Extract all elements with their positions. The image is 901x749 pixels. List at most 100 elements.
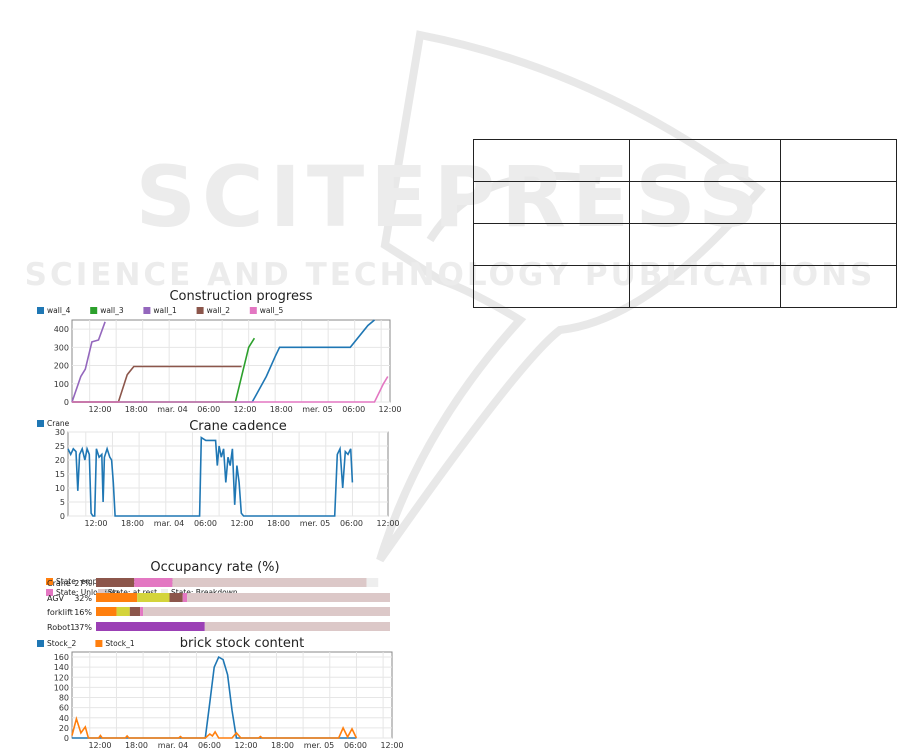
y-tick-label: 0 xyxy=(60,512,65,521)
plot-frame xyxy=(71,319,391,403)
x-tick-label: mar. 04 xyxy=(154,519,185,528)
x-tick-label: 06:00 xyxy=(198,741,221,749)
series-line-wall_4 xyxy=(72,319,376,403)
bar-segment xyxy=(116,607,130,616)
x-tick-label: 06:00 xyxy=(194,519,217,528)
x-tick-label: 12:00 xyxy=(376,519,399,528)
x-tick-label: 18:00 xyxy=(270,405,293,414)
series-line-wall_1 xyxy=(71,321,106,403)
x-tick-label: 12:00 xyxy=(234,741,257,749)
y-tick-label: 300 xyxy=(54,343,69,352)
x-tick-label: 18:00 xyxy=(267,519,290,528)
legend-swatch xyxy=(196,307,204,314)
legend-swatch xyxy=(37,420,44,427)
x-tick-label: 12:00 xyxy=(84,519,107,528)
x-tick-label: 18:00 xyxy=(125,741,148,749)
bar-segment xyxy=(96,607,117,616)
y-tick-label: 120 xyxy=(54,673,69,682)
x-tick-label: 06:00 xyxy=(197,405,220,414)
y-tick-label: 20 xyxy=(59,724,69,733)
dashboard-charts: Construction progress wall_4 wall_3 wall_1 w… xyxy=(37,289,404,749)
y-tick-label: 400 xyxy=(54,325,69,334)
x-tick-label: mer. 05 xyxy=(304,741,335,749)
occupancy-chart: Occupancy rate (%)State: empty travelSta… xyxy=(46,560,390,632)
y-tick-label: 0 xyxy=(64,734,69,743)
series-line-Stock_1 xyxy=(71,715,358,739)
bar-segment xyxy=(96,622,205,631)
y-tick-label: 100 xyxy=(54,683,69,692)
line-chart-0: Construction progress wall_4 wall_3 wall_1 w… xyxy=(37,289,402,414)
category-label: Crane xyxy=(47,579,71,588)
bar-segment xyxy=(129,607,141,616)
y-tick-label: 30 xyxy=(55,428,65,437)
y-tick-label: 80 xyxy=(59,694,69,703)
x-tick-label: 12:00 xyxy=(233,405,256,414)
x-tick-label: 06:00 xyxy=(340,519,363,528)
y-tick-label: 160 xyxy=(54,653,69,662)
legend-swatch xyxy=(90,307,98,314)
y-tick-label: 0 xyxy=(64,398,69,407)
category-label: Robot1 xyxy=(47,623,75,632)
bar-segment xyxy=(96,593,138,602)
x-tick-label: 06:00 xyxy=(342,405,365,414)
bar-segment xyxy=(140,607,144,616)
x-tick-label: 06:00 xyxy=(344,741,367,749)
bar-segment xyxy=(137,593,170,602)
legend-label: wall_3 xyxy=(100,306,124,315)
bar-segment xyxy=(143,607,390,616)
series-line-Crane xyxy=(67,436,354,517)
rate-label: 37% xyxy=(74,623,92,632)
legend-swatch xyxy=(143,307,151,314)
chart-title: Occupancy rate (%) xyxy=(150,560,279,575)
legend-label: wall_2 xyxy=(207,306,231,315)
y-tick-label: 100 xyxy=(54,380,69,389)
legend-swatch xyxy=(37,307,44,314)
y-tick-label: 15 xyxy=(55,470,65,479)
bar-segment xyxy=(134,578,173,587)
x-tick-label: 12:00 xyxy=(380,741,403,749)
y-tick-label: 40 xyxy=(59,714,69,723)
x-tick-label: mer. 05 xyxy=(302,405,333,414)
line-chart-3: brick stock content Stock_2 Stock_1 0204060… xyxy=(37,636,404,749)
chart-title: brick stock content xyxy=(180,636,304,651)
bar-segment xyxy=(182,593,188,602)
y-tick-label: 10 xyxy=(55,484,65,493)
legend-label: Stock_2 xyxy=(47,639,77,648)
bar-segment xyxy=(169,593,183,602)
x-tick-label: 18:00 xyxy=(121,519,144,528)
bar-segment xyxy=(204,622,390,631)
rate-label: 27% xyxy=(74,579,92,588)
rate-label: 16% xyxy=(74,608,92,617)
y-tick-label: 5 xyxy=(60,498,65,507)
legend-label: wall_4 xyxy=(47,306,71,315)
y-tick-label: 60 xyxy=(59,704,69,713)
legend-swatch xyxy=(249,307,257,314)
legend-label: Crane xyxy=(47,419,70,428)
bar-segment xyxy=(187,593,390,602)
category-label: forklift xyxy=(47,608,73,617)
y-tick-label: 140 xyxy=(54,663,69,672)
legend-swatch xyxy=(37,640,44,647)
bar-segment xyxy=(172,578,367,587)
bar-segment xyxy=(96,578,135,587)
y-tick-label: 200 xyxy=(54,362,69,371)
legend-label: wall_1 xyxy=(153,306,177,315)
line-chart-1: Crane cadenceCrane05101520253012:00 18:00… xyxy=(37,419,400,528)
plot-frame xyxy=(71,651,393,739)
x-tick-label: 18:00 xyxy=(125,405,148,414)
bar-segment xyxy=(366,578,379,587)
category-label: AGV xyxy=(47,594,65,603)
x-tick-label: 12:00 xyxy=(88,405,111,414)
x-tick-label: mar. 04 xyxy=(158,741,189,749)
x-tick-label: 12:00 xyxy=(230,519,253,528)
y-tick-label: 20 xyxy=(55,456,65,465)
x-tick-label: 12:00 xyxy=(88,741,111,749)
chart-title: Construction progress xyxy=(169,289,312,304)
x-tick-label: mar. 04 xyxy=(157,405,188,414)
y-tick-label: 25 xyxy=(55,442,65,451)
legend-label: Stock_1 xyxy=(105,639,135,648)
legend-swatch xyxy=(95,640,103,647)
x-tick-label: 18:00 xyxy=(271,741,294,749)
x-tick-label: 12:00 xyxy=(378,405,401,414)
x-tick-label: mer. 05 xyxy=(300,519,331,528)
